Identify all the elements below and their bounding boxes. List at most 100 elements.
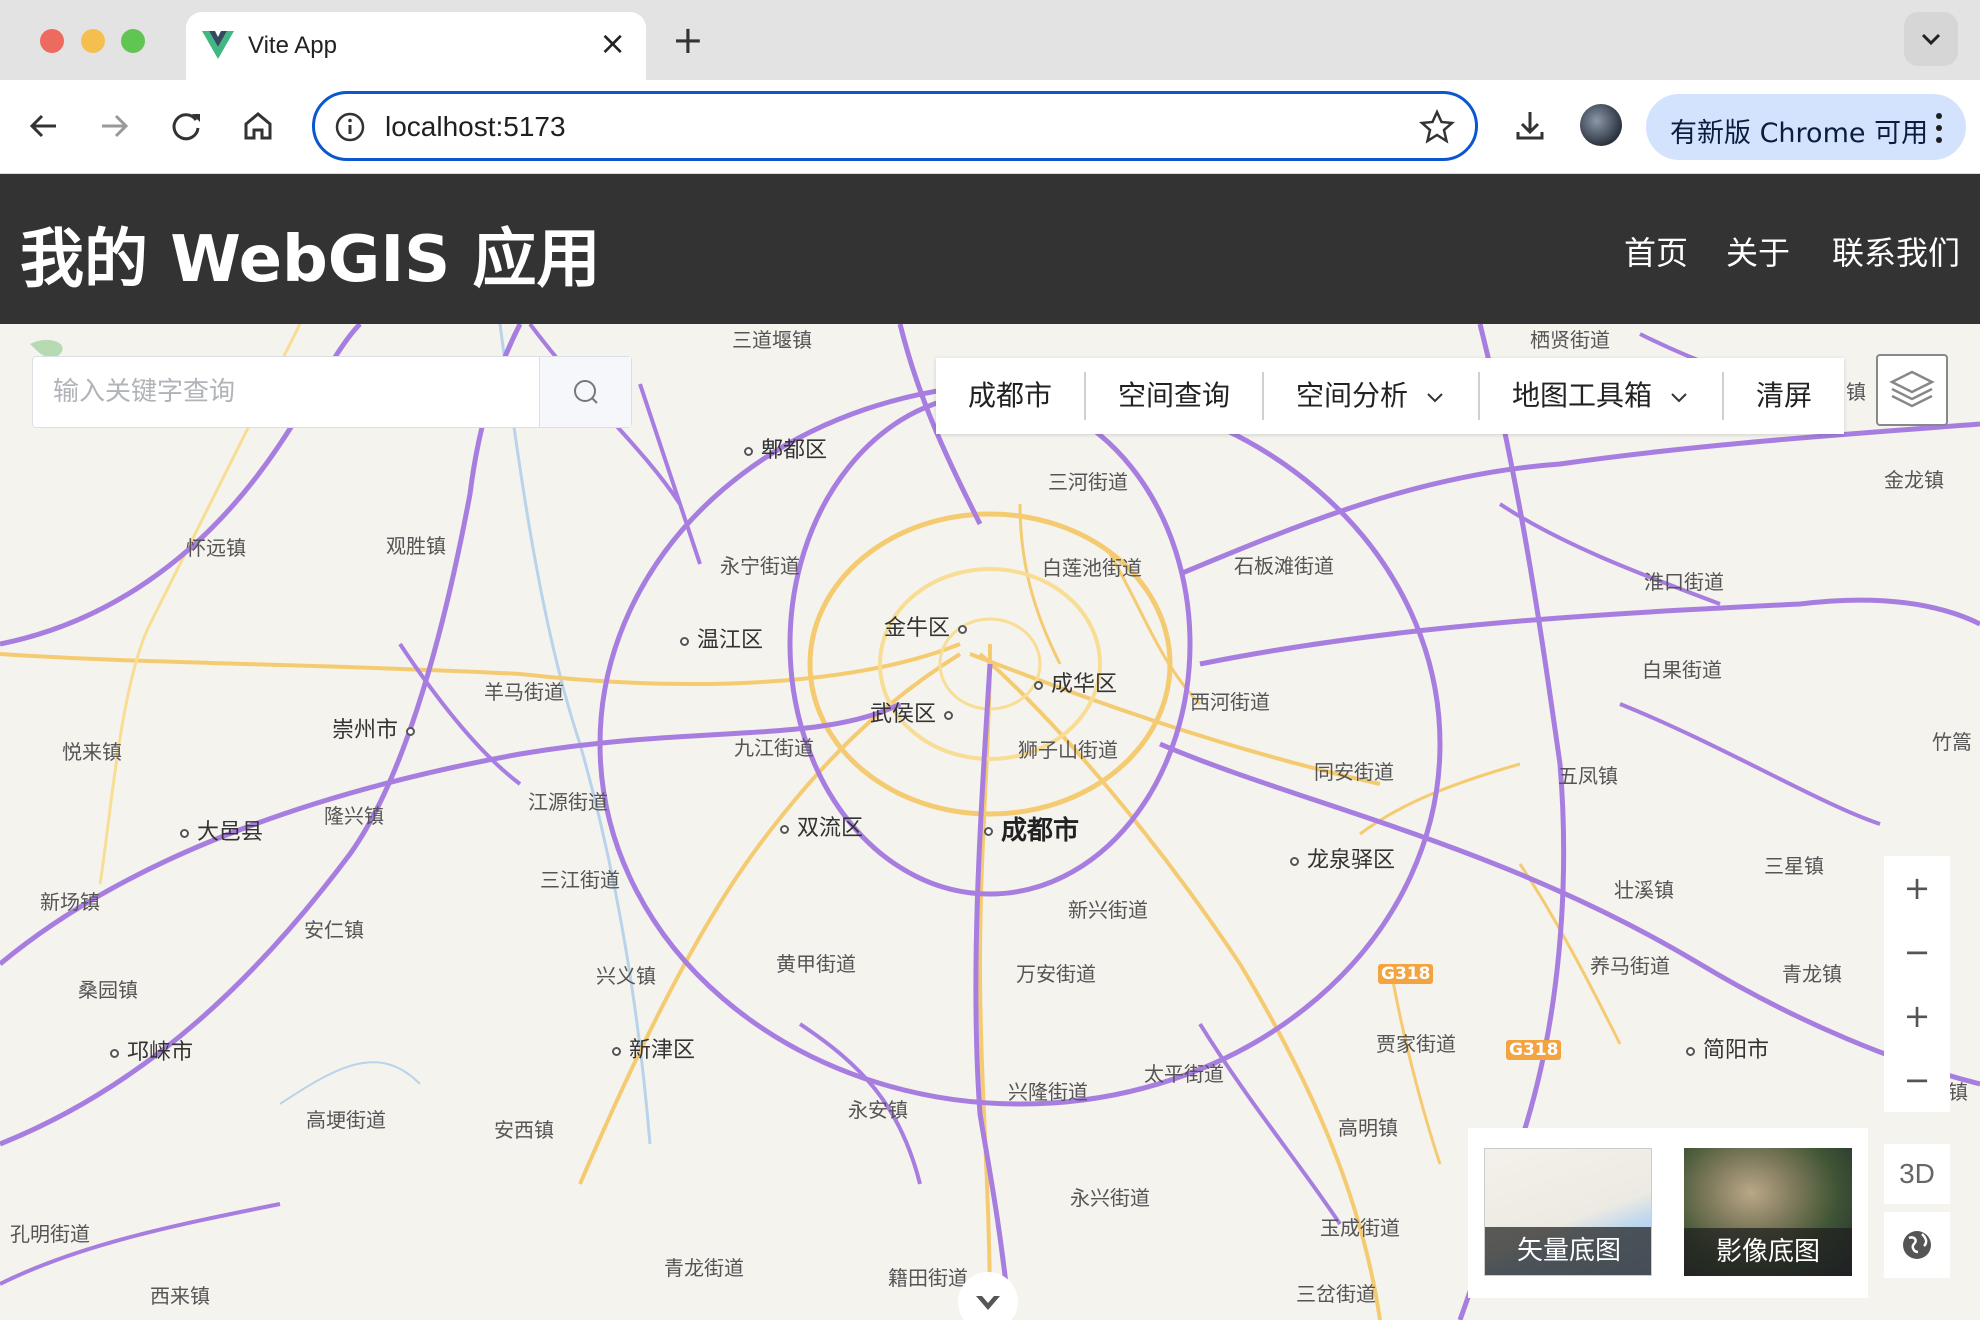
- site-info-icon[interactable]: [333, 110, 367, 144]
- window-maximize-button[interactable]: [121, 29, 145, 53]
- highway-shield: G318: [1378, 964, 1434, 984]
- menu-map-toolbox[interactable]: 地图工具箱: [1512, 358, 1691, 434]
- map-label: 新兴街道: [1068, 898, 1148, 922]
- download-icon[interactable]: [1506, 102, 1554, 150]
- vector-basemap-thumb[interactable]: 矢量底图: [1484, 1148, 1652, 1276]
- nav-home[interactable]: 首页: [1624, 228, 1688, 274]
- browser-tab[interactable]: Vite App ×: [186, 12, 646, 80]
- district-label: 邛崃市: [110, 1034, 193, 1066]
- chevron-down-icon: [976, 1296, 1000, 1310]
- chrome-update-button[interactable]: 有新版 Chrome 可用: [1646, 94, 1966, 160]
- map-label: 桑园镇: [78, 978, 138, 1002]
- map-label: 西河街道: [1190, 690, 1270, 714]
- search-input[interactable]: [33, 357, 539, 427]
- forward-arrow-icon[interactable]: [90, 102, 138, 150]
- map-label: 白莲池街道: [1042, 556, 1142, 580]
- window-minimize-button[interactable]: [81, 29, 105, 53]
- map-label: 五凤镇: [1558, 764, 1618, 788]
- map-label: 三道堰镇: [732, 328, 812, 352]
- toggle-3d-button[interactable]: 3D: [1884, 1144, 1950, 1204]
- map-label: 九江街道: [734, 736, 814, 760]
- map-label: 兴义镇: [596, 964, 656, 988]
- map-label: 青龙街道: [664, 1256, 744, 1280]
- map-label: 羊马街道: [484, 680, 564, 704]
- back-arrow-icon[interactable]: [20, 102, 68, 150]
- chevron-down-icon: [1921, 33, 1941, 46]
- map-label: 孔明街道: [10, 1222, 90, 1246]
- map-label: 石板滩街道: [1234, 554, 1334, 578]
- basemap-label: 矢量底图: [1485, 1227, 1651, 1275]
- menu-city[interactable]: 成都市: [968, 358, 1052, 434]
- map-label: 永兴街道: [1070, 1186, 1150, 1210]
- district-label: 温江区: [680, 622, 763, 654]
- nav-about[interactable]: 关于: [1726, 228, 1790, 274]
- district-label: 金牛区: [884, 610, 975, 642]
- map-label: 高埂街道: [306, 1108, 386, 1132]
- bookmark-star-icon[interactable]: [1417, 107, 1457, 147]
- zoom-out-button-2[interactable]: −: [1884, 1048, 1950, 1112]
- district-label: 郫都区: [744, 432, 827, 464]
- more-vert-icon[interactable]: [1934, 108, 1944, 148]
- map-label: 兴隆街道: [1008, 1080, 1088, 1104]
- map-label: 永安镇: [848, 1098, 908, 1122]
- district-label: 简阳市: [1686, 1032, 1769, 1064]
- map-label: 栖贤街道: [1530, 328, 1610, 352]
- map-label: 养马街道: [1590, 954, 1670, 978]
- map-label: 籍田街道: [888, 1266, 968, 1290]
- globe-button[interactable]: [1884, 1212, 1950, 1278]
- window-close-button[interactable]: [40, 29, 64, 53]
- app-title: 我的 WebGIS 应用: [20, 223, 601, 297]
- profile-avatar[interactable]: [1580, 104, 1622, 146]
- map-label: 观胜镇: [386, 534, 446, 558]
- map-label: 竹篙: [1932, 730, 1972, 754]
- map-label: 同安街道: [1314, 760, 1394, 784]
- app-header: 我的 WebGIS 应用 首页 关于 联系我们: [0, 174, 1980, 324]
- map-label: 青龙镇: [1782, 962, 1842, 986]
- tab-close-icon[interactable]: ×: [599, 25, 626, 61]
- new-tab-button[interactable]: +: [672, 18, 704, 62]
- map-menu-bar: 成都市 空间查询 空间分析 地图工具箱 清屏: [936, 358, 1844, 434]
- menu-label: 空间分析: [1296, 379, 1409, 412]
- district-label: 崇州市: [332, 712, 423, 744]
- nav-contact[interactable]: 联系我们: [1832, 228, 1960, 274]
- reload-icon[interactable]: [162, 102, 210, 150]
- menu-spatial-query[interactable]: 空间查询: [1118, 358, 1230, 434]
- address-bar[interactable]: localhost:5173: [312, 91, 1478, 161]
- imagery-basemap-thumb[interactable]: 影像底图: [1684, 1148, 1852, 1276]
- map-label: 安仁镇: [304, 918, 364, 942]
- search-icon: [574, 380, 598, 404]
- map-view[interactable]: 三道堰镇 栖贤街道 金龙镇 三河街道 怀远镇 观胜镇 永宁街道 白莲池街道 石板…: [0, 324, 1980, 1320]
- menu-label: 地图工具箱: [1512, 379, 1653, 412]
- url-text[interactable]: localhost:5173: [385, 111, 566, 143]
- menu-spatial-analysis[interactable]: 空间分析: [1296, 358, 1447, 434]
- map-label: 白果街道: [1642, 658, 1722, 682]
- map-label: 玉成街道: [1320, 1216, 1400, 1240]
- menu-divider: [1084, 372, 1086, 420]
- expand-panel-button[interactable]: [958, 1272, 1018, 1320]
- map-label: 安西镇: [494, 1118, 554, 1142]
- menu-clear[interactable]: 清屏: [1756, 358, 1812, 434]
- home-icon[interactable]: [234, 102, 282, 150]
- zoom-in-button-2[interactable]: +: [1884, 984, 1950, 1048]
- map-label: 隆兴镇: [324, 804, 384, 828]
- map-label: 三江街道: [540, 868, 620, 892]
- zoom-in-button[interactable]: +: [1884, 856, 1950, 920]
- layer-switch-button[interactable]: [1876, 354, 1948, 426]
- city-label: 成都市: [984, 810, 1079, 847]
- tab-search-button[interactable]: [1904, 12, 1958, 66]
- map-label: 新场镇: [40, 890, 100, 914]
- map-label: 西来镇: [150, 1284, 210, 1308]
- map-label: 贾家街道: [1376, 1032, 1456, 1056]
- search-button[interactable]: [539, 357, 631, 427]
- district-label: 新津区: [612, 1032, 695, 1064]
- map-label: 三岔街道: [1296, 1282, 1376, 1306]
- zoom-out-button[interactable]: −: [1884, 920, 1950, 984]
- map-label: 狮子山街道: [1018, 738, 1118, 762]
- district-label: 龙泉驿区: [1290, 842, 1395, 874]
- basemap-label: 影像底图: [1684, 1228, 1852, 1276]
- chevron-down-icon: [1427, 393, 1443, 403]
- vue-logo-icon: [202, 31, 234, 59]
- browser-toolbar: localhost:5173 有新版 Chrome 可用: [0, 80, 1980, 174]
- map-label: 镇: [1846, 380, 1866, 404]
- map-label: 永宁街道: [720, 554, 800, 578]
